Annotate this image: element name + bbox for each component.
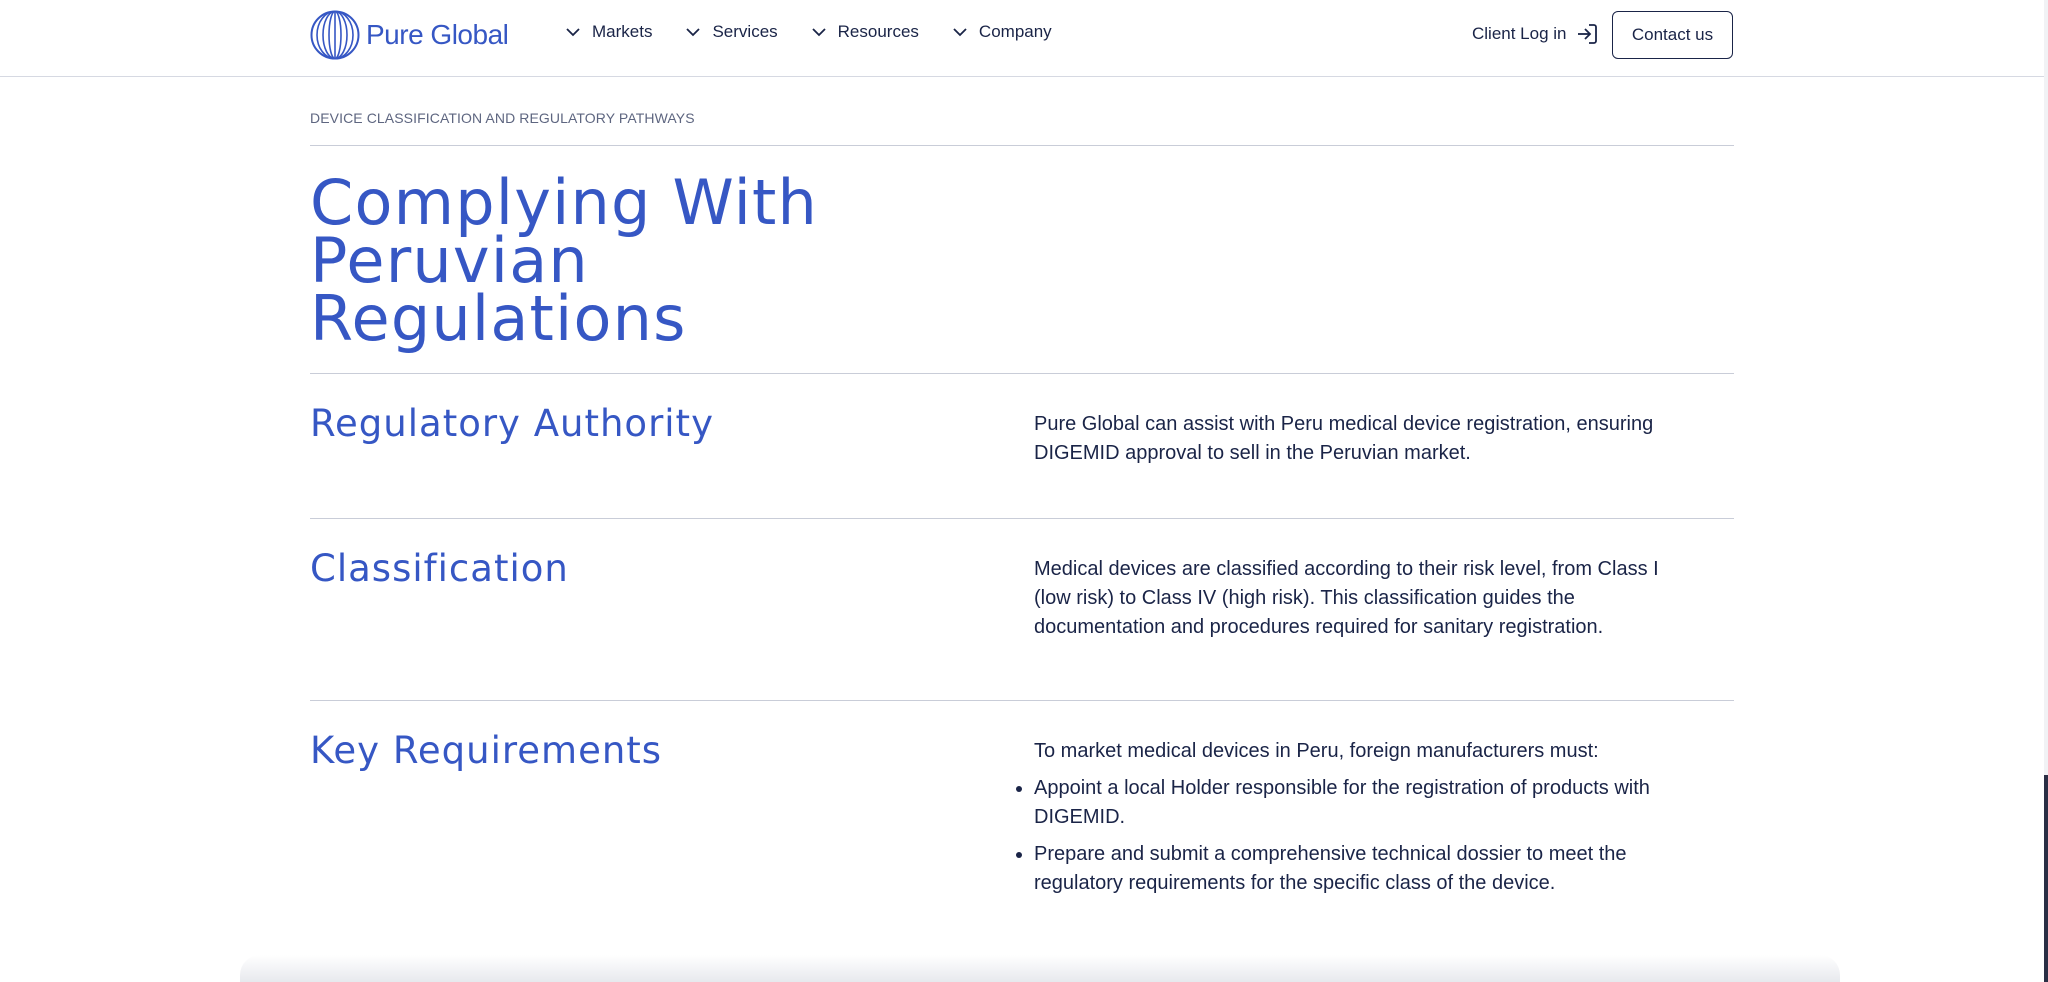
globe-logo-icon	[310, 10, 360, 60]
divider	[310, 373, 1734, 374]
section-heading-classification: Classification	[310, 547, 569, 590]
nav-label: Services	[712, 22, 778, 41]
section-heading-key-requirements: Key Requirements	[310, 729, 663, 772]
page-title: Complying With Peruvian Regulations	[310, 172, 1070, 350]
requirements-intro: To market medical devices in Peru, forei…	[1034, 740, 1599, 762]
requirements-list: Appoint a local Holder responsible for t…	[1016, 774, 1694, 898]
nav-label: Markets	[592, 22, 653, 41]
chevron-down-icon	[812, 28, 826, 37]
scrollbar-thumb[interactable]	[2044, 775, 2048, 982]
sign-in-icon	[1577, 24, 1597, 44]
main-nav: Markets Services Resources Company	[564, 22, 1084, 42]
list-item: Appoint a local Holder responsible for t…	[1016, 774, 1694, 832]
divider	[310, 518, 1734, 519]
list-item: Prepare and submit a comprehensive techn…	[1016, 840, 1694, 898]
contact-us-button[interactable]: Contact us	[1612, 11, 1733, 59]
section-heading-regulatory-authority: Regulatory Authority	[310, 402, 714, 445]
section-body-regulatory-authority: Pure Global can assist with Peru medical…	[1034, 413, 1654, 464]
nav-item-services[interactable]: Services	[684, 22, 778, 42]
client-login-link[interactable]: Client Log in	[1472, 22, 1599, 46]
client-login-label: Client Log in	[1472, 24, 1567, 43]
page-title-line-2: Regulations	[310, 282, 687, 355]
eyebrow-label: DEVICE CLASSIFICATION AND REGULATORY PAT…	[310, 110, 695, 126]
chevron-down-icon	[566, 28, 580, 37]
site-header: Pure Global Markets Services Resources C…	[0, 0, 2044, 77]
logo-link[interactable]: Pure Global	[310, 10, 509, 60]
divider	[310, 145, 1734, 146]
page-title-line-1: Complying With Peruvian	[310, 166, 819, 297]
page: Pure Global Markets Services Resources C…	[0, 0, 2048, 982]
nav-item-resources[interactable]: Resources	[810, 22, 919, 42]
chevron-down-icon	[686, 28, 701, 37]
chevron-down-icon	[953, 28, 967, 37]
nav-item-company[interactable]: Company	[951, 22, 1052, 42]
nav-item-markets[interactable]: Markets	[564, 22, 652, 42]
logo-text: Pure Global	[366, 19, 509, 50]
nav-label: Company	[978, 22, 1052, 41]
divider	[310, 700, 1734, 701]
scrollbar-track[interactable]	[2044, 0, 2048, 982]
section-body-classification: Medical devices are classified according…	[1034, 558, 1659, 638]
nav-label: Resources	[837, 22, 919, 41]
bottom-card-shadow	[240, 955, 1840, 982]
section-body-key-requirements: To market medical devices in Peru, forei…	[1016, 737, 1694, 906]
